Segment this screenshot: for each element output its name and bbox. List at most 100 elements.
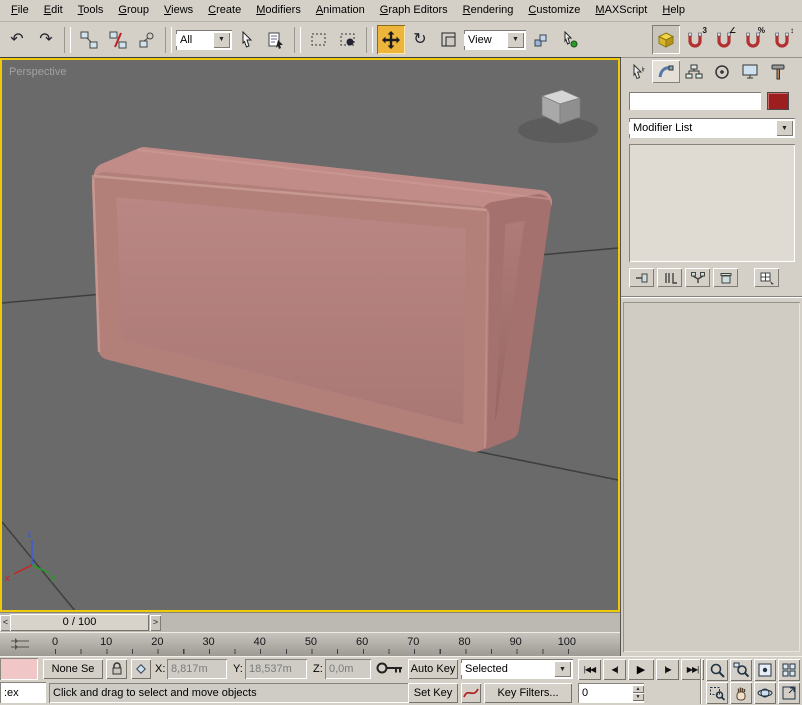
maximize-icon (782, 686, 796, 700)
select-and-link-button[interactable] (75, 25, 103, 54)
previous-frame-button[interactable]: ◀| (603, 659, 626, 680)
pin-stack-button[interactable] (629, 268, 654, 287)
default-tangent-button[interactable] (461, 683, 481, 703)
angle-snap-button[interactable]: ∠ (710, 25, 738, 54)
selection-lock-button[interactable] (106, 659, 127, 679)
menu-item[interactable]: Animation (309, 1, 373, 20)
menu-item[interactable]: Rendering (456, 1, 522, 20)
rectangular-selection-region-button[interactable] (305, 25, 333, 54)
zoom-extents-all-button[interactable] (778, 659, 800, 681)
menu-item[interactable]: Group (111, 1, 157, 20)
macro-recorder-pane[interactable] (0, 658, 38, 680)
link-icon (80, 31, 98, 48)
menu-item[interactable]: Tools (71, 1, 112, 20)
coord-x-field[interactable]: 8,817m (167, 659, 227, 679)
key-mode-dropdown[interactable]: Selected ▼ (461, 659, 573, 679)
current-frame-field[interactable]: 0 ▲ ▼ (578, 683, 644, 703)
cube-toggle-button[interactable] (652, 25, 680, 54)
menu-item[interactable]: Views (157, 1, 201, 20)
hierarchy-tab-icon (685, 64, 703, 78)
maxscript-mini-listener[interactable]: :ex (0, 682, 46, 703)
status-separator (700, 659, 702, 704)
tab-utilities[interactable] (764, 60, 792, 83)
magnet-icon (775, 32, 789, 48)
percent-snap-button[interactable]: % (739, 25, 767, 54)
object-name-field[interactable] (629, 92, 761, 110)
zoom-region-button[interactable] (706, 682, 728, 704)
next-frame-button[interactable]: |▶ (656, 659, 679, 680)
spinner-down-icon[interactable]: ▼ (632, 693, 644, 701)
set-key-button[interactable]: Set Key (408, 683, 458, 703)
tab-create[interactable] (624, 60, 652, 83)
time-slider-track[interactable]: < 0 / 100 > (0, 612, 620, 632)
unlink-selection-button[interactable] (104, 25, 132, 54)
tab-motion[interactable] (708, 60, 736, 83)
time-slider-next-button[interactable]: > (150, 615, 161, 631)
menu-item[interactable]: Help (655, 1, 693, 20)
object-color-swatch[interactable] (767, 92, 789, 110)
key-filters-button[interactable]: Key Filters... (484, 683, 572, 703)
menu-item[interactable]: MAXScript (588, 1, 655, 20)
menu-item[interactable]: Graph Editors (373, 1, 456, 20)
menu-item[interactable]: Edit (37, 1, 71, 20)
select-and-scale-button[interactable] (435, 25, 463, 54)
zoom-extents-button[interactable] (754, 659, 776, 681)
snaps-toggle-button[interactable]: 3 (681, 25, 709, 54)
play-animation-button[interactable]: ▶ (628, 659, 654, 680)
ruler-ticks (55, 649, 569, 654)
make-unique-button[interactable] (685, 268, 710, 287)
redo-button[interactable]: ↷ (32, 25, 60, 54)
arc-rotate-button[interactable] (754, 682, 776, 704)
track-bar[interactable]: 0 10 20 30 40 50 60 70 80 90 100 (0, 632, 620, 656)
chevron-down-icon: ▼ (554, 661, 571, 677)
modifier-stack-list[interactable] (629, 144, 795, 262)
tab-hierarchy[interactable] (680, 60, 708, 83)
min-max-toggle-button[interactable] (778, 682, 800, 704)
viewport-label[interactable]: Perspective (9, 66, 66, 78)
undo-button[interactable]: ↶ (3, 25, 31, 54)
bind-to-spacewarp-button[interactable] (133, 25, 161, 54)
menu-item[interactable]: File (4, 1, 37, 20)
rollout-area[interactable] (623, 302, 800, 652)
viewport-perspective[interactable]: Perspective z x y (0, 57, 621, 613)
track-bar-labels: 0 10 20 30 40 50 60 70 80 90 100 (40, 636, 582, 648)
time-slider-handle[interactable]: 0 / 100 (10, 614, 149, 631)
go-to-start-button[interactable]: |◀◀ (578, 659, 601, 680)
mini-curve-icon (11, 638, 29, 650)
select-and-manipulate-button[interactable] (556, 25, 584, 54)
select-object-button[interactable] (233, 25, 261, 54)
tab-display[interactable] (736, 60, 764, 83)
absolute-offset-toggle-button[interactable] (131, 659, 151, 679)
modifier-list-dropdown[interactable]: Modifier List ▼ (629, 118, 795, 138)
menu-item[interactable]: Modifiers (249, 1, 309, 20)
frame-spinner[interactable]: ▲ ▼ (632, 685, 644, 701)
spinner-up-icon[interactable]: ▲ (632, 685, 644, 693)
axis-x-label: x (5, 573, 10, 583)
selection-filter-dropdown[interactable]: All ▼ (176, 29, 232, 50)
select-and-rotate-button[interactable]: ↻ (406, 25, 434, 54)
configure-modifier-sets-button[interactable] (754, 268, 779, 287)
coord-z-field[interactable]: 0,0m (325, 659, 371, 679)
menu-item[interactable]: Customize (521, 1, 588, 20)
reference-coordinate-dropdown[interactable]: View ▼ (464, 29, 526, 50)
show-end-result-button[interactable] (657, 268, 682, 287)
select-by-name-button[interactable] (262, 25, 290, 54)
menu-item[interactable]: Create (201, 1, 249, 20)
window-crossing-toggle-button[interactable] (334, 25, 362, 54)
open-mini-curve-editor-button[interactable] (4, 635, 36, 653)
zoom-all-button[interactable] (730, 659, 752, 681)
spinner-snap-button[interactable]: ↕ (768, 25, 796, 54)
command-panel: Modifier List ▼ (620, 58, 802, 656)
select-and-move-button[interactable] (377, 25, 405, 54)
ruler-tick-label: 10 (100, 636, 113, 648)
tab-modify[interactable] (652, 60, 680, 83)
coord-y-field[interactable]: 18,537m (245, 659, 307, 679)
auto-key-button[interactable]: Auto Key (408, 659, 458, 679)
zoom-extents-icon (758, 663, 772, 677)
chevron-down-icon: ▼ (213, 31, 230, 48)
pan-view-button[interactable] (730, 682, 752, 704)
zoom-button[interactable] (706, 659, 728, 681)
use-pivot-point-button[interactable] (527, 25, 555, 54)
set-keys-key-button[interactable] (376, 661, 404, 679)
remove-modifier-button[interactable] (713, 268, 738, 287)
